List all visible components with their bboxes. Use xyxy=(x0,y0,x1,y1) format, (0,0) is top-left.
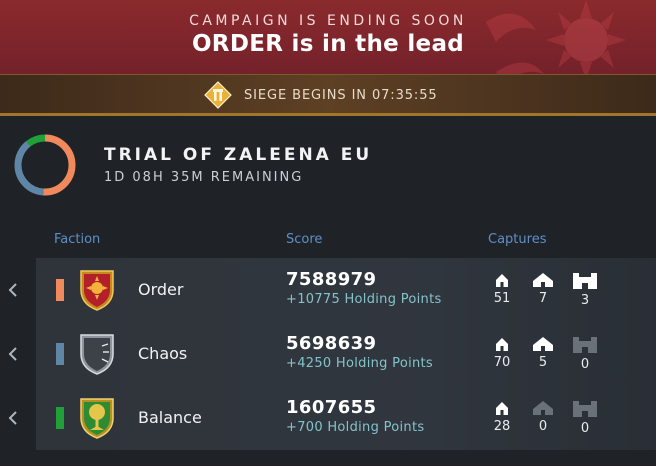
column-header-faction: Faction xyxy=(54,232,101,247)
faction-row-balance[interactable]: Balance 1607655 +700 Holding Points 28 0… xyxy=(0,386,656,450)
captures-stronghold: 3 xyxy=(571,272,599,312)
faction-row-order[interactable]: Order 7588979 +10775 Holding Points 51 7… xyxy=(0,258,656,322)
faction-name: Chaos xyxy=(138,344,188,363)
siege-bar: SIEGE BEGINS IN 07:35:55 xyxy=(0,74,656,116)
fort-count: 7 xyxy=(538,291,548,306)
holding-points: +4250 Holding Points xyxy=(286,356,433,371)
stronghold-icon xyxy=(573,401,597,417)
faction-name: Order xyxy=(138,280,184,299)
faction-name: Balance xyxy=(138,408,202,427)
village-icon xyxy=(496,402,508,415)
banner-kicker: CAMPAIGN IS ENDING SOON xyxy=(189,13,467,29)
faction-score: 5698639 xyxy=(286,333,377,354)
captures-fort: 5 xyxy=(529,336,557,376)
column-header-score: Score xyxy=(286,232,323,247)
campaign-time-remaining: 1D 08H 35M REMAINING xyxy=(104,170,304,185)
campaign-banner: CAMPAIGN IS ENDING SOON ORDER is in the … xyxy=(0,0,656,74)
faction-color-bar xyxy=(56,407,64,429)
fort-icon xyxy=(533,273,553,287)
village-count: 70 xyxy=(493,355,511,370)
holding-points: +700 Holding Points xyxy=(286,420,425,435)
captures-village: 70 xyxy=(488,336,516,376)
fort-count: 5 xyxy=(538,355,548,370)
village-count: 51 xyxy=(493,291,511,306)
fort-icon xyxy=(533,337,553,351)
banner-title: ORDER is in the lead xyxy=(191,31,465,57)
stronghold-icon xyxy=(573,337,597,353)
faction-score: 7588979 xyxy=(286,269,377,290)
faction-score: 1607655 xyxy=(286,397,377,418)
fort-icon xyxy=(533,401,553,415)
order-shield-icon xyxy=(80,270,114,311)
stronghold-icon xyxy=(573,273,597,289)
holding-points: +10775 Holding Points xyxy=(286,292,442,307)
row-background xyxy=(36,386,656,450)
village-icon xyxy=(496,274,508,287)
faction-row-chaos[interactable]: Chaos 5698639 +4250 Holding Points 70 5 … xyxy=(0,322,656,386)
chevron-left-icon[interactable] xyxy=(6,280,20,300)
stronghold-count: 0 xyxy=(580,357,590,372)
chaos-shield-icon xyxy=(80,334,114,375)
captures-stronghold: 0 xyxy=(571,336,599,376)
column-header-captures: Captures xyxy=(488,232,547,247)
stronghold-count: 3 xyxy=(580,293,590,308)
score-share-donut xyxy=(14,134,76,196)
chevron-left-icon[interactable] xyxy=(6,408,20,428)
balance-shield-icon xyxy=(80,398,114,439)
chevron-left-icon[interactable] xyxy=(6,344,20,364)
row-background xyxy=(36,322,656,386)
captures-fort: 0 xyxy=(529,400,557,440)
stronghold-count: 0 xyxy=(580,421,590,436)
siege-countdown: SIEGE BEGINS IN 07:35:55 xyxy=(244,87,438,103)
captures-stronghold: 0 xyxy=(571,400,599,440)
village-icon xyxy=(496,338,508,351)
captures-village: 51 xyxy=(488,272,516,312)
faction-color-bar xyxy=(56,279,64,301)
captures-village: 28 xyxy=(488,400,516,440)
faction-color-bar xyxy=(56,343,64,365)
village-count: 28 xyxy=(493,419,511,434)
campaign-name: TRIAL OF ZALEENA EU xyxy=(104,145,373,165)
row-background xyxy=(36,258,656,322)
fort-count: 0 xyxy=(538,419,548,434)
captures-fort: 7 xyxy=(529,272,557,312)
siege-emblem-icon xyxy=(204,81,232,109)
